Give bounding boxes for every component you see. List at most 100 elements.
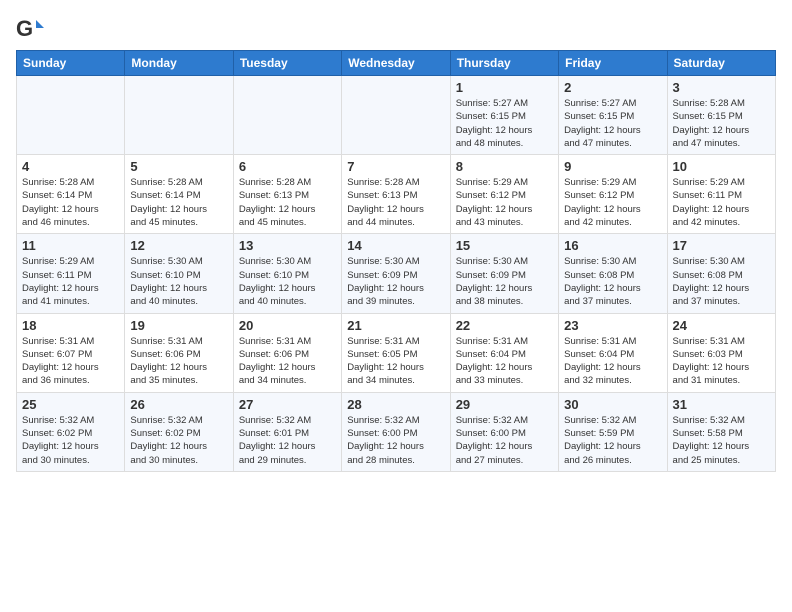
day-number: 22 bbox=[456, 318, 553, 333]
week-row-4: 18 Sunrise: 5:31 AM Sunset: 6:07 PM Dayli… bbox=[17, 313, 776, 392]
calendar-cell bbox=[17, 76, 125, 155]
day-number: 4 bbox=[22, 159, 119, 174]
calendar-cell: 15 Sunrise: 5:30 AM Sunset: 6:09 PM Dayli… bbox=[450, 234, 558, 313]
day-detail: Sunrise: 5:30 AM Sunset: 6:10 PM Dayligh… bbox=[130, 255, 227, 308]
week-row-3: 11Sunrise: 5:29 AM Sunset: 6:11 PM Dayli… bbox=[17, 234, 776, 313]
day-number: 16 bbox=[564, 238, 661, 253]
calendar-cell: 21Sunrise: 5:31 AM Sunset: 6:05 PM Dayli… bbox=[342, 313, 450, 392]
day-detail: Sunrise: 5:32 AM Sunset: 5:58 PM Dayligh… bbox=[673, 414, 770, 467]
calendar-cell bbox=[125, 76, 233, 155]
day-detail: Sunrise: 5:32 AM Sunset: 6:00 PM Dayligh… bbox=[456, 414, 553, 467]
calendar-cell: 5 Sunrise: 5:28 AM Sunset: 6:14 PM Daylig… bbox=[125, 155, 233, 234]
day-detail: Sunrise: 5:28 AM Sunset: 6:13 PM Dayligh… bbox=[239, 176, 336, 229]
day-detail: Sunrise: 5:31 AM Sunset: 6:06 PM Dayligh… bbox=[130, 335, 227, 388]
day-number: 20 bbox=[239, 318, 336, 333]
day-detail: Sunrise: 5:32 AM Sunset: 6:00 PM Dayligh… bbox=[347, 414, 444, 467]
day-detail: Sunrise: 5:30 AM Sunset: 6:09 PM Dayligh… bbox=[347, 255, 444, 308]
day-detail: Sunrise: 5:30 AM Sunset: 6:10 PM Dayligh… bbox=[239, 255, 336, 308]
logo-icon: G bbox=[16, 16, 44, 44]
day-detail: Sunrise: 5:27 AM Sunset: 6:15 PM Dayligh… bbox=[564, 97, 661, 150]
day-detail: Sunrise: 5:30 AM Sunset: 6:08 PM Dayligh… bbox=[673, 255, 770, 308]
calendar-cell: 28 Sunrise: 5:32 AM Sunset: 6:00 PM Dayli… bbox=[342, 392, 450, 471]
svg-text:G: G bbox=[16, 16, 33, 41]
day-number: 27 bbox=[239, 397, 336, 412]
day-detail: Sunrise: 5:27 AM Sunset: 6:15 PM Dayligh… bbox=[456, 97, 553, 150]
weekday-header-friday: Friday bbox=[559, 51, 667, 76]
weekday-header-thursday: Thursday bbox=[450, 51, 558, 76]
day-number: 21 bbox=[347, 318, 444, 333]
calendar-cell: 17Sunrise: 5:30 AM Sunset: 6:08 PM Dayli… bbox=[667, 234, 775, 313]
day-number: 24 bbox=[673, 318, 770, 333]
day-number: 19 bbox=[130, 318, 227, 333]
weekday-header-row: SundayMondayTuesdayWednesdayThursdayFrid… bbox=[17, 51, 776, 76]
day-detail: Sunrise: 5:28 AM Sunset: 6:14 PM Dayligh… bbox=[130, 176, 227, 229]
day-detail: Sunrise: 5:28 AM Sunset: 6:14 PM Dayligh… bbox=[22, 176, 119, 229]
day-number: 30 bbox=[564, 397, 661, 412]
day-number: 29 bbox=[456, 397, 553, 412]
day-number: 28 bbox=[347, 397, 444, 412]
day-number: 23 bbox=[564, 318, 661, 333]
calendar-cell: 2 Sunrise: 5:27 AM Sunset: 6:15 PM Daylig… bbox=[559, 76, 667, 155]
day-number: 13 bbox=[239, 238, 336, 253]
calendar-cell: 22 Sunrise: 5:31 AM Sunset: 6:04 PM Dayli… bbox=[450, 313, 558, 392]
day-detail: Sunrise: 5:32 AM Sunset: 6:01 PM Dayligh… bbox=[239, 414, 336, 467]
day-number: 15 bbox=[456, 238, 553, 253]
day-number: 18 bbox=[22, 318, 119, 333]
day-detail: Sunrise: 5:31 AM Sunset: 6:03 PM Dayligh… bbox=[673, 335, 770, 388]
week-row-2: 4 Sunrise: 5:28 AM Sunset: 6:14 PM Daylig… bbox=[17, 155, 776, 234]
day-number: 31 bbox=[673, 397, 770, 412]
calendar-cell: 31 Sunrise: 5:32 AM Sunset: 5:58 PM Dayli… bbox=[667, 392, 775, 471]
day-number: 7 bbox=[347, 159, 444, 174]
day-number: 8 bbox=[456, 159, 553, 174]
week-row-5: 25 Sunrise: 5:32 AM Sunset: 6:02 PM Dayli… bbox=[17, 392, 776, 471]
calendar-cell: 3 Sunrise: 5:28 AM Sunset: 6:15 PM Daylig… bbox=[667, 76, 775, 155]
day-detail: Sunrise: 5:32 AM Sunset: 6:02 PM Dayligh… bbox=[22, 414, 119, 467]
day-number: 6 bbox=[239, 159, 336, 174]
day-number: 26 bbox=[130, 397, 227, 412]
calendar-cell: 27 Sunrise: 5:32 AM Sunset: 6:01 PM Dayli… bbox=[233, 392, 341, 471]
day-detail: Sunrise: 5:30 AM Sunset: 6:08 PM Dayligh… bbox=[564, 255, 661, 308]
calendar-cell: 25 Sunrise: 5:32 AM Sunset: 6:02 PM Dayli… bbox=[17, 392, 125, 471]
day-number: 11 bbox=[22, 238, 119, 253]
day-detail: Sunrise: 5:30 AM Sunset: 6:09 PM Dayligh… bbox=[456, 255, 553, 308]
calendar-cell: 13 Sunrise: 5:30 AM Sunset: 6:10 PM Dayli… bbox=[233, 234, 341, 313]
day-number: 9 bbox=[564, 159, 661, 174]
day-detail: Sunrise: 5:28 AM Sunset: 6:13 PM Dayligh… bbox=[347, 176, 444, 229]
day-detail: Sunrise: 5:29 AM Sunset: 6:12 PM Dayligh… bbox=[564, 176, 661, 229]
calendar-table: SundayMondayTuesdayWednesdayThursdayFrid… bbox=[16, 50, 776, 472]
calendar-cell: 29 Sunrise: 5:32 AM Sunset: 6:00 PM Dayli… bbox=[450, 392, 558, 471]
calendar-cell: 20Sunrise: 5:31 AM Sunset: 6:06 PM Dayli… bbox=[233, 313, 341, 392]
calendar-cell: 23 Sunrise: 5:31 AM Sunset: 6:04 PM Dayli… bbox=[559, 313, 667, 392]
day-detail: Sunrise: 5:31 AM Sunset: 6:04 PM Dayligh… bbox=[564, 335, 661, 388]
calendar-cell: 18 Sunrise: 5:31 AM Sunset: 6:07 PM Dayli… bbox=[17, 313, 125, 392]
logo: G bbox=[16, 16, 48, 44]
day-detail: Sunrise: 5:31 AM Sunset: 6:04 PM Dayligh… bbox=[456, 335, 553, 388]
day-number: 3 bbox=[673, 80, 770, 95]
weekday-header-tuesday: Tuesday bbox=[233, 51, 341, 76]
day-number: 12 bbox=[130, 238, 227, 253]
day-detail: Sunrise: 5:32 AM Sunset: 6:02 PM Dayligh… bbox=[130, 414, 227, 467]
calendar-cell: 9 Sunrise: 5:29 AM Sunset: 6:12 PM Daylig… bbox=[559, 155, 667, 234]
day-number: 10 bbox=[673, 159, 770, 174]
calendar-cell bbox=[342, 76, 450, 155]
day-detail: Sunrise: 5:31 AM Sunset: 6:07 PM Dayligh… bbox=[22, 335, 119, 388]
day-number: 14 bbox=[347, 238, 444, 253]
day-number: 1 bbox=[456, 80, 553, 95]
day-number: 2 bbox=[564, 80, 661, 95]
week-row-1: 1 Sunrise: 5:27 AM Sunset: 6:15 PM Daylig… bbox=[17, 76, 776, 155]
day-detail: Sunrise: 5:28 AM Sunset: 6:15 PM Dayligh… bbox=[673, 97, 770, 150]
calendar-cell: 8Sunrise: 5:29 AM Sunset: 6:12 PM Daylig… bbox=[450, 155, 558, 234]
calendar-cell: 14 Sunrise: 5:30 AM Sunset: 6:09 PM Dayli… bbox=[342, 234, 450, 313]
calendar-cell: 30Sunrise: 5:32 AM Sunset: 5:59 PM Dayli… bbox=[559, 392, 667, 471]
weekday-header-monday: Monday bbox=[125, 51, 233, 76]
weekday-header-sunday: Sunday bbox=[17, 51, 125, 76]
day-number: 25 bbox=[22, 397, 119, 412]
weekday-header-wednesday: Wednesday bbox=[342, 51, 450, 76]
calendar-cell: 7 Sunrise: 5:28 AM Sunset: 6:13 PM Daylig… bbox=[342, 155, 450, 234]
calendar-cell bbox=[233, 76, 341, 155]
calendar-cell: 26 Sunrise: 5:32 AM Sunset: 6:02 PM Dayli… bbox=[125, 392, 233, 471]
calendar-cell: 16 Sunrise: 5:30 AM Sunset: 6:08 PM Dayli… bbox=[559, 234, 667, 313]
calendar-cell: 6 Sunrise: 5:28 AM Sunset: 6:13 PM Daylig… bbox=[233, 155, 341, 234]
calendar-cell: 11Sunrise: 5:29 AM Sunset: 6:11 PM Dayli… bbox=[17, 234, 125, 313]
day-number: 5 bbox=[130, 159, 227, 174]
